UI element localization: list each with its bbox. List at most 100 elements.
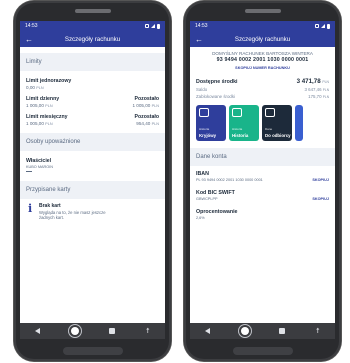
status-icons <box>315 23 330 29</box>
tile-sub: Dane <box>265 127 273 131</box>
blocked-label: Zablokowane środki <box>196 94 236 99</box>
limit-daily-value: 1 005,00 PLN <box>26 103 59 108</box>
nav-recent-icon[interactable] <box>279 328 286 334</box>
persons-header: Osoby upoważnione <box>20 133 165 151</box>
tile-label: Kryjówy <box>199 133 217 138</box>
tile-label: Historia <box>232 133 249 138</box>
remaining-label: Pozostało <box>134 114 160 120</box>
card-icon <box>199 108 209 117</box>
status-time: 14:53 <box>25 23 38 29</box>
copy-bic-button[interactable]: SKOPIUJ <box>312 197 329 201</box>
status-bar: 14:53 <box>20 21 165 31</box>
nav-back-icon[interactable] <box>35 328 41 334</box>
info-icon: i <box>28 202 33 215</box>
screen-left: 14:53 ← Szczegóły rachunku Limity Limit … <box>20 21 165 339</box>
speaker <box>244 9 281 13</box>
owner-row[interactable]: Właściciel KUBO MAROIN <box>20 155 165 175</box>
back-arrow-icon[interactable]: ← <box>25 35 35 44</box>
history-icon <box>232 108 242 117</box>
currency-label: PLN <box>322 80 329 84</box>
battery-icon <box>327 23 330 29</box>
balances: Dostępne środki 3 471,78 PLN Saldo 3 647… <box>190 72 335 101</box>
status-bar: 14:53 <box>190 21 335 31</box>
app-bar: ← Szczegóły rachunku <box>190 31 335 47</box>
saldo-value: 3 647,46 <box>304 87 322 92</box>
remaining-monthly-value: 954,40 PLN <box>135 121 159 126</box>
nav-home-icon[interactable] <box>240 327 249 335</box>
limit-single-amount: 0,00 <box>26 85 35 90</box>
nav-home-icon[interactable] <box>70 327 79 335</box>
limits-header: Limity <box>20 53 165 71</box>
no-cards-desc: Wygląda na to, że nie masz jeszcze żadny… <box>39 210 106 220</box>
chin-bar <box>232 347 293 355</box>
owner-name: KUBO MAROIN <box>26 165 54 169</box>
available-value: 3 471,78 <box>296 78 321 85</box>
tile-history[interactable]: Historia Historia <box>229 105 259 141</box>
no-cards-info: i Brak kart Wygląda na to, że nie masz j… <box>20 199 165 224</box>
back-arrow-icon[interactable]: ← <box>195 35 205 44</box>
tile-partial[interactable] <box>295 105 303 141</box>
battery-icon <box>157 23 160 29</box>
printer-icon <box>265 108 275 117</box>
limit-monthly-label: Limit miesięczny <box>26 114 68 120</box>
limit-monthly-row: Limit miesięczny 1 005,00 PLN Pozostało … <box>20 111 165 129</box>
currency-label: PLN <box>45 122 53 126</box>
tile-sub: Historia <box>199 127 210 131</box>
bic-value: GBWCPLPP <box>196 197 218 201</box>
speaker <box>74 9 111 13</box>
rate-label: Oprocentowanie <box>196 209 238 215</box>
saldo-amount: 3 647,46 PLN <box>304 87 329 92</box>
account-name: DOMYŚLNY RACHUNEK BARTOSZA WINTERA <box>212 51 313 56</box>
cards-header: Przypisane karty <box>20 181 165 199</box>
iban-value: PL 93 9494 0002 2001 1030 0000 0001 <box>196 178 263 182</box>
tile-recipient[interactable]: Dane Do odbiorcy <box>262 105 292 141</box>
limit-monthly-amount: 1 005,00 <box>26 121 44 126</box>
limit-single-value: 0,00 PLN <box>26 85 159 90</box>
copy-iban-button[interactable]: SKOPIUJ <box>312 178 329 182</box>
available-amount: 3 471,78 PLN <box>297 78 329 85</box>
accessibility-icon[interactable]: ☨ <box>316 327 320 335</box>
saldo-label: Saldo <box>196 87 208 92</box>
limit-monthly-value: 1 005,00 PLN <box>26 121 68 126</box>
action-tiles: Historia Kryjówy Historia Historia Dane … <box>190 101 335 145</box>
currency-label: PLN <box>322 88 329 92</box>
notification-icon <box>315 24 319 28</box>
limit-single-label: Limit jednorazowy <box>26 78 72 84</box>
tile-transfer[interactable]: Historia Kryjówy <box>196 105 226 141</box>
copy-account-number-button[interactable]: SKOPIUJ NUMER RACHUNKU <box>194 66 331 70</box>
tile-label: Do odbiorcy <box>265 133 291 138</box>
limit-daily-amount: 1 005,00 <box>26 103 44 108</box>
status-icons <box>145 23 160 29</box>
rate-value: 2,6% <box>196 216 205 220</box>
accessibility-icon[interactable]: ☨ <box>146 327 150 335</box>
android-nav-bar: ☨ <box>20 323 165 339</box>
rate-row: Oprocentowanie 2,6% <box>190 205 335 224</box>
phone-right: 14:53 ← Szczegóły rachunku DOMYŚLNY RACH… <box>184 1 341 361</box>
currency-label: PLN <box>36 86 44 90</box>
iban-row: IBAN PL 93 9494 0002 2001 1030 0000 0001… <box>190 166 335 186</box>
limit-daily-label: Limit dzienny <box>26 96 60 102</box>
available-label: Dostępne środki <box>196 79 238 85</box>
currency-label: PLN <box>45 104 53 108</box>
signal-icon <box>321 24 325 28</box>
remaining-daily-value: 1 005,00 PLN <box>132 103 159 108</box>
blocked-row: Zablokowane środki 175,70 PLN <box>196 94 329 99</box>
account-header: DOMYŚLNY RACHUNEK BARTOSZA WINTERA 93 94… <box>190 47 335 72</box>
currency-label: PLN <box>322 95 329 99</box>
android-nav-bar: ☨ <box>190 323 335 339</box>
bic-row: Kod BIC SWIFT GBWCPLPP SKOPIUJ <box>190 186 335 205</box>
nav-recent-icon[interactable] <box>109 328 116 334</box>
blocked-amount: 175,70 PLN <box>308 94 329 99</box>
available-row: Dostępne środki 3 471,78 PLN <box>196 78 329 85</box>
chin-bar <box>62 347 123 355</box>
notification-icon <box>145 24 149 28</box>
nav-back-icon[interactable] <box>205 328 211 334</box>
currency-label: PLN <box>151 104 159 108</box>
bic-label: Kod BIC SWIFT <box>196 190 235 196</box>
no-cards-title: Brak kart <box>39 203 61 209</box>
signal-icon <box>151 24 155 28</box>
app-bar: ← Szczegóły rachunku <box>20 31 165 47</box>
owner-divider <box>26 171 32 172</box>
saldo-row: Saldo 3 647,46 PLN <box>196 87 329 92</box>
page-title: Szczegóły rachunku <box>64 35 121 43</box>
